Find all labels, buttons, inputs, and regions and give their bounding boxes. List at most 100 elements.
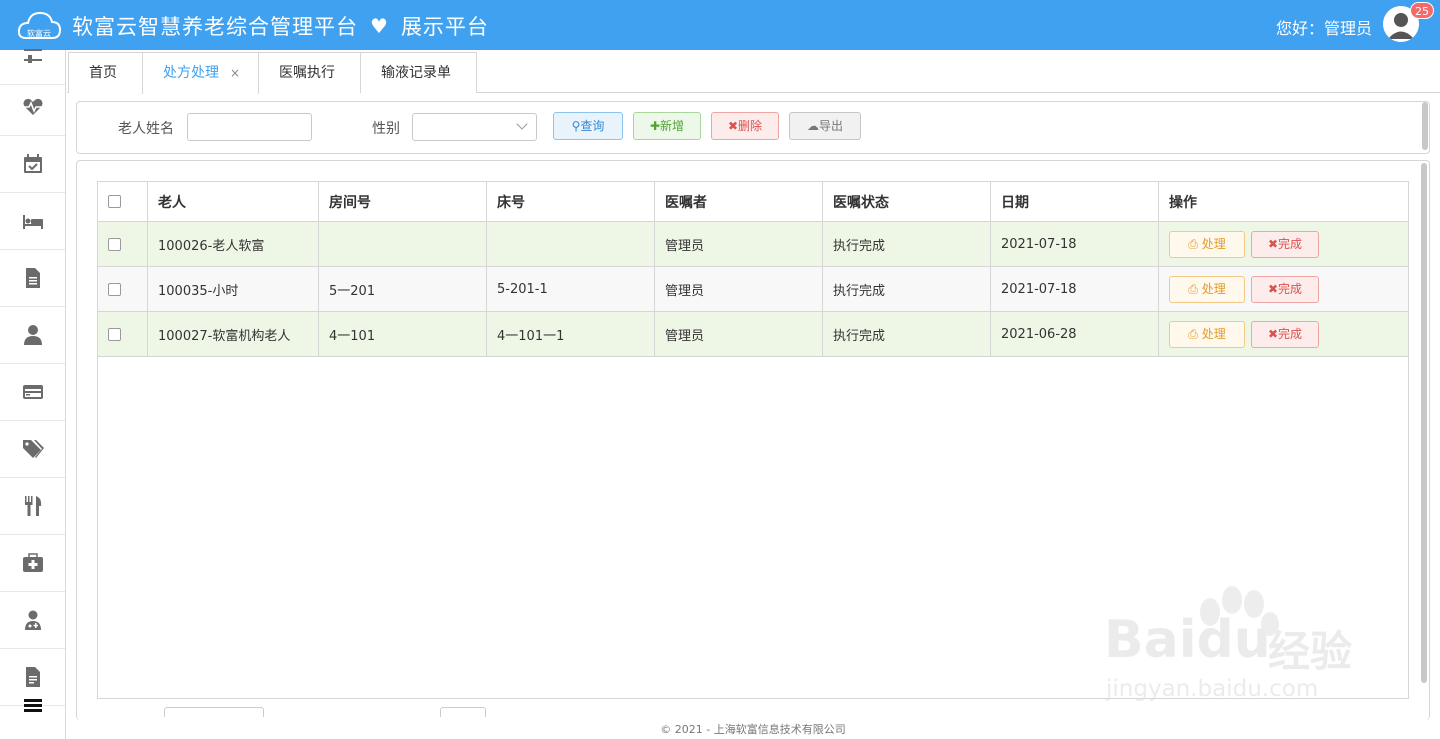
col-date[interactable]: 日期 xyxy=(990,181,1159,222)
cell-date: 2021-06-28 xyxy=(990,311,1159,357)
row-checkbox[interactable] xyxy=(108,237,121,251)
sliders-icon[interactable] xyxy=(0,28,65,85)
pager-page-input[interactable] xyxy=(440,707,486,717)
gender-select[interactable] xyxy=(412,113,537,141)
add-button[interactable]: ✚新增 xyxy=(633,112,701,140)
add-label: 新增 xyxy=(660,119,685,133)
col-status[interactable]: 医嘱状态 xyxy=(822,181,991,222)
sidebar xyxy=(0,49,66,739)
gender-label: 性别 xyxy=(372,121,400,137)
col-doctor[interactable]: 医嘱者 xyxy=(654,181,823,222)
cell-elder: 100035-小时 xyxy=(147,266,319,312)
user-md-icon[interactable] xyxy=(0,592,65,649)
plus-icon: ✚ xyxy=(649,119,661,133)
row-select-cell xyxy=(97,266,148,312)
heartbeat-icon[interactable] xyxy=(0,79,65,136)
table-header-row: 老人 房间号 床号 医嘱者 医嘱状态 日期 操作 xyxy=(97,181,1409,222)
search-panel: 老人姓名 性别 ⚲查询 ✚新增 ✖删除 ☁导出 xyxy=(76,101,1430,154)
user-icon[interactable] xyxy=(0,307,65,364)
cell-actions: ⎙ 处理 ✖完成 xyxy=(1158,311,1409,357)
calendar-check-icon[interactable] xyxy=(0,136,65,193)
close-icon[interactable]: × xyxy=(230,53,240,93)
tab-bar: 首页 处方处理 × 医嘱执行 输液记录单 xyxy=(67,52,1440,94)
tab-label: 医嘱执行 xyxy=(279,65,335,81)
col-elder[interactable]: 老人 xyxy=(147,181,319,222)
row-checkbox[interactable] xyxy=(108,282,121,296)
pager-page-size[interactable] xyxy=(164,707,264,717)
handle-label: 处理 xyxy=(1201,236,1226,251)
print-icon: ⎙ xyxy=(1188,326,1202,341)
times-icon: ✖ xyxy=(1267,326,1279,341)
cell-room xyxy=(318,221,487,267)
data-table: 老人 房间号 床号 医嘱者 医嘱状态 日期 操作 100026-老人软富 管理员… xyxy=(97,181,1409,357)
file-text-icon[interactable] xyxy=(0,649,65,706)
cell-status: 执行完成 xyxy=(822,311,991,357)
cell-status: 执行完成 xyxy=(822,266,991,312)
chevron-down-icon xyxy=(516,118,528,130)
row-select-cell xyxy=(97,311,148,357)
cell-actions: ⎙ 处理 ✖完成 xyxy=(1158,221,1409,267)
col-room[interactable]: 房间号 xyxy=(318,181,487,222)
cell-bed: 4一101一1 xyxy=(486,311,655,357)
times-icon: ✖ xyxy=(727,119,739,133)
hamburger-icon[interactable] xyxy=(24,699,42,713)
name-label: 老人姓名 xyxy=(118,121,174,137)
top-header: 软富云 软富云智慧养老综合管理平台 ♥ 展示平台 您好：管理员 25 xyxy=(0,0,1440,50)
select-all-cell xyxy=(97,181,148,222)
select-all-checkbox[interactable] xyxy=(108,195,121,208)
tab-prescription[interactable]: 处方处理 × xyxy=(142,52,259,94)
complete-button[interactable]: ✖完成 xyxy=(1251,320,1319,348)
row-select-cell xyxy=(97,221,148,267)
export-label: 导出 xyxy=(818,119,843,133)
name-input[interactable] xyxy=(187,113,312,141)
table-row[interactable]: 100027-软富机构老人 4一101 4一101一1 管理员 执行完成 202… xyxy=(97,311,1409,357)
scrollbar[interactable] xyxy=(1422,102,1428,150)
times-icon: ✖ xyxy=(1267,236,1279,251)
file-icon[interactable] xyxy=(0,250,65,307)
tab-label: 首页 xyxy=(89,65,117,81)
cell-elder: 100027-软富机构老人 xyxy=(147,311,319,357)
cell-doctor: 管理员 xyxy=(654,311,823,357)
cell-room: 5一201 xyxy=(318,266,487,312)
col-bed[interactable]: 床号 xyxy=(486,181,655,222)
user-greeting[interactable]: 您好：管理员 xyxy=(1276,15,1372,39)
medkit-icon[interactable] xyxy=(0,535,65,592)
tab-home[interactable]: 首页 xyxy=(68,52,144,93)
col-actions: 操作 xyxy=(1158,181,1409,222)
watermark-suffix: 经验 xyxy=(1268,627,1353,676)
complete-label: 完成 xyxy=(1278,236,1303,251)
handle-button[interactable]: ⎙ 处理 xyxy=(1169,230,1245,258)
times-icon: ✖ xyxy=(1267,281,1279,296)
tab-label: 输液记录单 xyxy=(381,65,451,81)
query-button[interactable]: ⚲查询 xyxy=(553,112,623,140)
cell-bed xyxy=(486,221,655,267)
handle-button[interactable]: ⎙ 处理 xyxy=(1169,320,1245,348)
table-row[interactable]: 100035-小时 5一201 5-201-1 管理员 执行完成 2021-07… xyxy=(97,266,1409,312)
baidu-watermark: Baidu 经验 jingyan.baidu.com xyxy=(1100,580,1370,710)
table-row[interactable]: 100026-老人软富 管理员 执行完成 2021-07-18 ⎙ 处理 ✖完成 xyxy=(97,221,1409,267)
print-icon: ⎙ xyxy=(1188,236,1202,251)
complete-label: 完成 xyxy=(1278,281,1303,296)
cutlery-icon[interactable] xyxy=(0,478,65,535)
tab-order-execution[interactable]: 医嘱执行 xyxy=(258,52,361,93)
notification-badge[interactable]: 25 xyxy=(1410,2,1434,19)
cell-date: 2021-07-18 xyxy=(990,266,1159,312)
row-checkbox[interactable] xyxy=(108,327,121,341)
complete-label: 完成 xyxy=(1278,326,1303,341)
credit-card-icon[interactable] xyxy=(0,364,65,421)
cell-elder: 100026-老人软富 xyxy=(147,221,319,267)
scrollbar[interactable] xyxy=(1421,163,1427,683)
complete-button[interactable]: ✖完成 xyxy=(1251,275,1319,303)
delete-label: 删除 xyxy=(738,119,763,133)
export-button[interactable]: ☁导出 xyxy=(789,112,861,140)
handle-button[interactable]: ⎙ 处理 xyxy=(1169,275,1245,303)
platform-title: 软富云智慧养老综合管理平台 xyxy=(72,15,358,39)
tab-infusion-record[interactable]: 输液记录单 xyxy=(360,52,477,93)
app-title: 软富云智慧养老综合管理平台 ♥ 展示平台 xyxy=(72,11,489,41)
tags-icon[interactable] xyxy=(0,421,65,478)
bed-icon[interactable] xyxy=(0,193,65,250)
delete-button[interactable]: ✖删除 xyxy=(711,112,779,140)
print-icon: ⎙ xyxy=(1188,281,1202,296)
complete-button[interactable]: ✖完成 xyxy=(1251,230,1319,258)
cell-bed: 5-201-1 xyxy=(486,266,655,312)
